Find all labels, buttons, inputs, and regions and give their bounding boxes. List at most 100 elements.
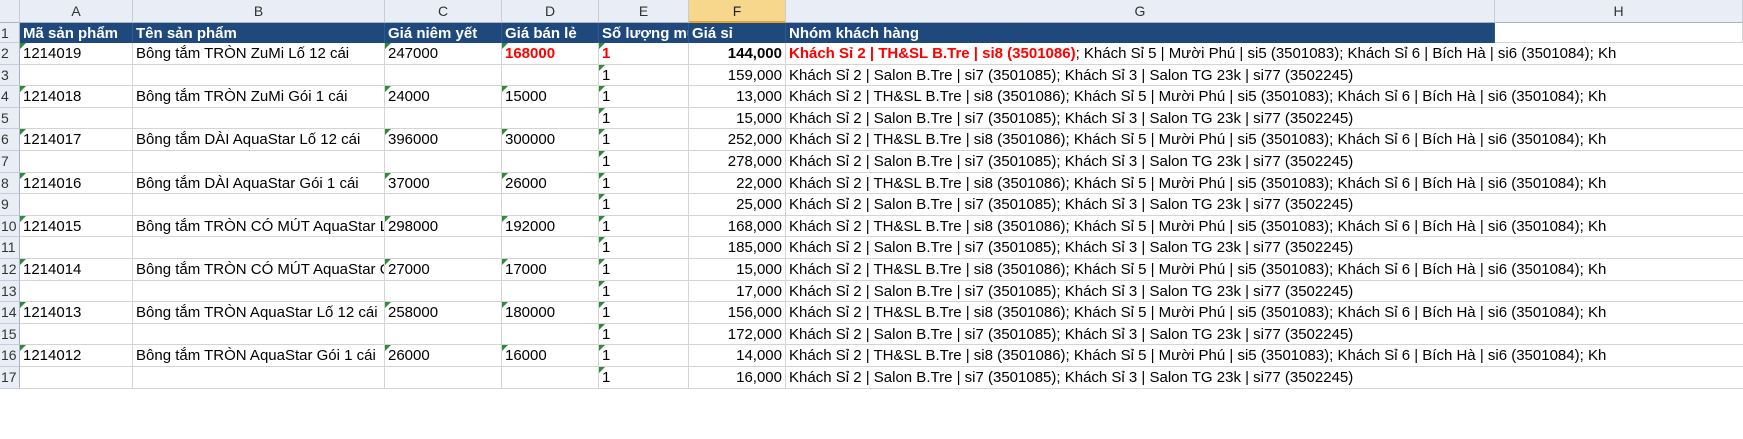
cell-g-row-2[interactable]: Khách Sỉ 2 | TH&SL B.Tre | si8 (3501086)… — [786, 43, 1743, 65]
cell-d-row-9[interactable] — [502, 194, 599, 216]
cell-b-row-13[interactable] — [133, 280, 385, 303]
row-header-7[interactable]: 7 — [0, 151, 20, 173]
cell-b-row-9[interactable] — [133, 194, 385, 216]
cell-d-row-10[interactable]: 192000 — [502, 215, 599, 238]
cell-a-row-11[interactable] — [20, 237, 133, 259]
cell-f-row-5[interactable]: 15,000 — [689, 107, 786, 130]
cell-c-row-15[interactable] — [385, 323, 502, 346]
cell-a-row-14[interactable]: 1214013 — [20, 302, 133, 324]
cell-d-row-14[interactable]: 180000 — [502, 302, 599, 324]
cell-d-row-4[interactable]: 15000 — [502, 86, 599, 108]
cell-d-row-3[interactable] — [502, 64, 599, 87]
header-cell-g[interactable]: Nhóm khách hàng — [786, 23, 1495, 43]
cell-e-row-2[interactable]: 1 — [599, 43, 689, 65]
column-header-c[interactable]: C — [385, 0, 502, 23]
row-header-13[interactable]: 13 — [0, 280, 20, 303]
cell-g-row-12[interactable]: Khách Sỉ 2 | TH&SL B.Tre | si8 (3501086)… — [786, 259, 1743, 281]
cell-d-row-17[interactable] — [502, 367, 599, 389]
cell-e-row-5[interactable]: 1 — [599, 107, 689, 130]
cell-a-row-3[interactable] — [20, 64, 133, 87]
cell-g-row-16[interactable]: Khách Sỉ 2 | TH&SL B.Tre | si8 (3501086)… — [786, 345, 1743, 367]
cell-g-row-8[interactable]: Khách Sỉ 2 | TH&SL B.Tre | si8 (3501086)… — [786, 173, 1743, 195]
cell-a-row-4[interactable]: 1214018 — [20, 86, 133, 108]
cell-f-row-3[interactable]: 159,000 — [689, 64, 786, 87]
cell-e-row-7[interactable]: 1 — [599, 151, 689, 173]
cell-g-row-6[interactable]: Khách Sỉ 2 | TH&SL B.Tre | si8 (3501086)… — [786, 129, 1743, 151]
cell-d-row-8[interactable]: 26000 — [502, 172, 599, 195]
cell-g-row-13[interactable]: Khách Sỉ 2 | Salon B.Tre | si7 (3501085)… — [786, 281, 1743, 303]
cell-e-row-10[interactable]: 1 — [599, 215, 689, 238]
cell-e-row-13[interactable]: 1 — [599, 280, 689, 303]
cell-g-row-5[interactable]: Khách Sỉ 2 | Salon B.Tre | si7 (3501085)… — [786, 108, 1743, 130]
row-header-14[interactable]: 14 — [0, 302, 20, 324]
cell-c-row-3[interactable] — [385, 64, 502, 87]
column-header-f[interactable]: F — [689, 0, 786, 23]
cell-b-row-11[interactable] — [133, 237, 385, 259]
cell-g-row-15[interactable]: Khách Sỉ 2 | Salon B.Tre | si7 (3501085)… — [786, 324, 1743, 346]
cell-g-row-14[interactable]: Khách Sỉ 2 | TH&SL B.Tre | si8 (3501086)… — [786, 302, 1743, 324]
cell-c-row-13[interactable] — [385, 280, 502, 303]
cell-f-row-9[interactable]: 25,000 — [689, 194, 786, 216]
column-header-d[interactable]: D — [502, 0, 599, 23]
cell-e-row-3[interactable]: 1 — [599, 64, 689, 87]
cell-e-row-17[interactable]: 1 — [599, 367, 689, 389]
cell-d-row-6[interactable]: 300000 — [502, 129, 599, 151]
cell-e-row-11[interactable]: 1 — [599, 237, 689, 259]
cell-f-row-11[interactable]: 185,000 — [689, 237, 786, 259]
cell-b-row-15[interactable] — [133, 323, 385, 346]
cell-a-row-2[interactable]: 1214019 — [20, 43, 133, 65]
cell-e-row-15[interactable]: 1 — [599, 323, 689, 346]
cell-c-row-5[interactable] — [385, 107, 502, 130]
row-header-16[interactable]: 16 — [0, 345, 20, 367]
row-header-9[interactable]: 9 — [0, 194, 20, 216]
row-header-11[interactable]: 11 — [0, 237, 20, 259]
cell-b-row-4[interactable]: Bông tắm TRÒN ZuMi Gói 1 cái — [133, 86, 385, 108]
cell-d-row-16[interactable]: 16000 — [502, 345, 599, 367]
header-cell-f[interactable]: Giá sỉ — [689, 23, 786, 43]
row-header-4[interactable]: 4 — [0, 86, 20, 108]
cell-a-row-9[interactable] — [20, 194, 133, 216]
cell-b-row-2[interactable]: Bông tắm TRÒN ZuMi Lố 12 cái — [133, 43, 385, 65]
cell-e-row-6[interactable]: 1 — [599, 129, 689, 151]
cell-a-row-15[interactable] — [20, 323, 133, 346]
cell-f-row-4[interactable]: 13,000 — [689, 86, 786, 108]
cell-d-row-13[interactable] — [502, 280, 599, 303]
cell-c-row-4[interactable]: 24000 — [385, 86, 502, 108]
cell-b-row-10[interactable]: Bông tắm TRÒN CÓ MÚT AquaStar Lố — [133, 215, 385, 238]
cell-d-row-15[interactable] — [502, 323, 599, 346]
row-header-5[interactable]: 5 — [0, 107, 20, 130]
cell-f-row-6[interactable]: 252,000 — [689, 129, 786, 151]
select-all-corner[interactable] — [0, 0, 20, 23]
cell-b-row-5[interactable] — [133, 107, 385, 130]
cell-b-row-8[interactable]: Bông tắm DÀI AquaStar Gói 1 cái — [133, 172, 385, 195]
cell-e-row-8[interactable]: 1 — [599, 172, 689, 195]
cell-f-row-13[interactable]: 17,000 — [689, 280, 786, 303]
cell-f-row-7[interactable]: 278,000 — [689, 151, 786, 173]
cell-a-row-5[interactable] — [20, 107, 133, 130]
cell-f-row-15[interactable]: 172,000 — [689, 323, 786, 346]
cell-c-row-11[interactable] — [385, 237, 502, 259]
cell-g-row-4[interactable]: Khách Sỉ 2 | TH&SL B.Tre | si8 (3501086)… — [786, 86, 1743, 108]
cell-b-row-14[interactable]: Bông tắm TRÒN AquaStar Lố 12 cái — [133, 302, 385, 324]
header-cell-d[interactable]: Giá bán lẻ — [502, 23, 599, 43]
row-header-10[interactable]: 10 — [0, 215, 20, 238]
header-cell-a[interactable]: Mã sản phẩm — [20, 23, 133, 43]
cell-g-row-11[interactable]: Khách Sỉ 2 | Salon B.Tre | si7 (3501085)… — [786, 237, 1743, 259]
cell-c-row-7[interactable] — [385, 151, 502, 173]
cell-e-row-12[interactable]: 1 — [599, 259, 689, 281]
row-header-6[interactable]: 6 — [0, 129, 20, 151]
cell-h-row-1[interactable] — [1495, 23, 1743, 43]
cell-a-row-12[interactable]: 1214014 — [20, 259, 133, 281]
cell-b-row-6[interactable]: Bông tắm DÀI AquaStar Lố 12 cái — [133, 129, 385, 151]
row-header-3[interactable]: 3 — [0, 64, 20, 87]
cell-e-row-14[interactable]: 1 — [599, 302, 689, 324]
cell-f-row-14[interactable]: 156,000 — [689, 302, 786, 324]
row-header-1[interactable]: 1 — [0, 23, 20, 43]
cell-e-row-16[interactable]: 1 — [599, 345, 689, 367]
row-header-8[interactable]: 8 — [0, 172, 20, 195]
cell-d-row-7[interactable] — [502, 151, 599, 173]
cell-d-row-12[interactable]: 17000 — [502, 259, 599, 281]
cell-b-row-17[interactable] — [133, 367, 385, 389]
cell-f-row-10[interactable]: 168,000 — [689, 215, 786, 238]
cell-a-row-6[interactable]: 1214017 — [20, 129, 133, 151]
